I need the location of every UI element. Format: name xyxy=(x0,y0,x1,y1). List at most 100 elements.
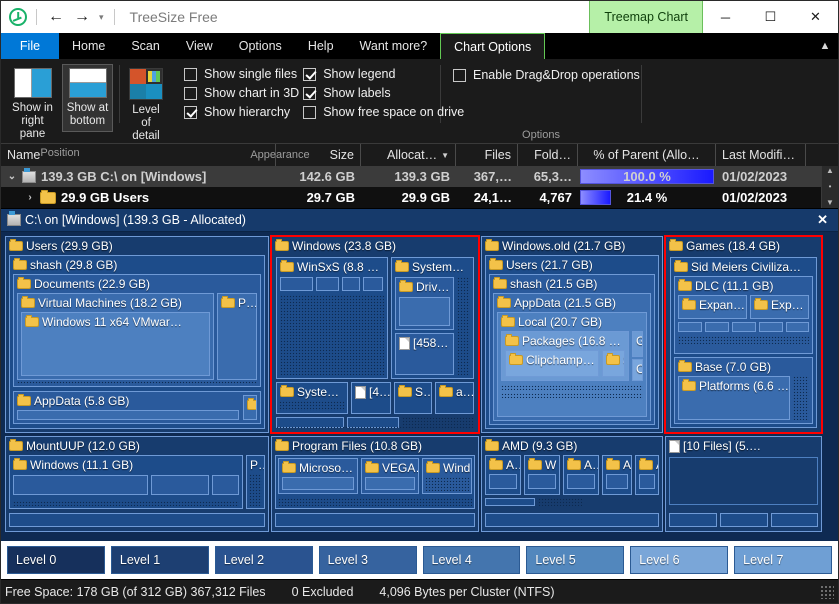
treemap-tile-system[interactable]: Syste… xyxy=(276,382,348,414)
column-header-percent-of-parent[interactable]: % of Parent (Allo… xyxy=(578,144,716,166)
treemap-subtile[interactable] xyxy=(678,322,702,332)
treemap-tile-expansion-1[interactable]: Expan… xyxy=(678,295,747,319)
treemap-tile-expansion-2[interactable]: Exp… xyxy=(750,295,809,319)
treemap-tile-microsoft[interactable]: Microso… xyxy=(278,458,358,494)
treemap-tile-s[interactable]: S… xyxy=(394,382,432,414)
treemap-subtile[interactable] xyxy=(9,513,265,527)
treemap-tile-users[interactable]: Users (29.9 GB) shash (29.8 GB) Document… xyxy=(5,236,269,433)
chevron-up-icon[interactable]: ▲ xyxy=(812,33,838,59)
chevron-down-icon[interactable]: ▾ xyxy=(98,12,105,23)
treemap-tile-windows-apps[interactable]: Wind… xyxy=(422,458,472,494)
treemap-tile-amd[interactable]: AMD (9.3 GB) A… W xyxy=(481,436,663,532)
treemap-tile-mountuup-p[interactable]: P… xyxy=(246,455,265,509)
treemap-tile-system32[interactable]: System… Driv… [458… xyxy=(391,257,474,379)
legend-item-level-0[interactable]: Level 0 xyxy=(7,546,105,574)
treemap-tile-base[interactable]: Base (7.0 GB) Platforms (6.6 … xyxy=(674,357,813,424)
treemap-subtile[interactable] xyxy=(316,277,339,291)
treemap-tile-amd-5[interactable]: A… xyxy=(635,455,659,495)
treemap-subtile[interactable] xyxy=(485,498,535,506)
treemap-tile-old-appdata[interactable]: AppData (21.5 GB) Local (20.7 GB) xyxy=(493,293,651,421)
treemap-subtile[interactable] xyxy=(485,513,659,527)
treemap-tile-clipchamp[interactable]: Clipchamp… xyxy=(505,350,599,377)
close-icon[interactable]: ✕ xyxy=(813,212,832,228)
treemap-tile-virtual-machines[interactable]: Virtual Machines (18.2 GB) Windows 11 x6… xyxy=(17,293,214,380)
treemap-tile-windows[interactable]: Windows (23.8 GB) WinSxS (8.8 … xyxy=(271,236,479,433)
treemap-subtile[interactable] xyxy=(399,297,450,326)
resize-grip-icon[interactable] xyxy=(820,585,834,599)
treemap-subtile[interactable] xyxy=(212,475,239,495)
scroll-down-arrow-icon[interactable]: ▼ xyxy=(826,199,834,207)
treemap-subtile[interactable] xyxy=(606,474,628,489)
table-row[interactable]: › 29.9 GB Users 29.7 GB 29.9 GB 24,1… 4,… xyxy=(1,187,821,208)
treemap-tile-pf-inner[interactable]: Microso… VEGA… xyxy=(275,455,475,509)
treemap-tile-appdata-child[interactable] xyxy=(17,410,239,420)
legend-item-level-2[interactable]: Level 2 xyxy=(215,546,313,574)
table-row[interactable]: ⌄ 139.3 GB C:\ on [Windows] 142.6 GB 139… xyxy=(1,166,821,187)
treemap-subtile[interactable] xyxy=(363,277,383,291)
treemap-tile-windows-old[interactable]: Windows.old (21.7 GB) Users (21.7 GB) sh… xyxy=(481,236,663,433)
menu-item-help[interactable]: Help xyxy=(295,33,347,59)
treemap-tile-amd-2[interactable]: W xyxy=(524,455,560,495)
treemap-tile-winsxs[interactable]: WinSxS (8.8 … xyxy=(276,257,388,379)
menu-item-view[interactable]: View xyxy=(173,33,226,59)
treemap-subtile[interactable] xyxy=(342,277,360,291)
treemap-tile-s-pkg[interactable]: S xyxy=(602,350,625,377)
treemap-subtile[interactable] xyxy=(567,474,595,489)
treemap-tile-platforms[interactable]: Platforms (6.6 … xyxy=(678,376,790,420)
menu-item-want-more[interactable]: Want more? xyxy=(347,33,441,59)
close-button[interactable]: ✕ xyxy=(793,1,838,33)
checkbox-show-chart-in-3d[interactable]: Show chart in 3D xyxy=(184,86,299,100)
legend-item-level-4[interactable]: Level 4 xyxy=(423,546,521,574)
legend-item-level-1[interactable]: Level 1 xyxy=(111,546,209,574)
treemap-subtile[interactable] xyxy=(528,474,556,489)
treemap-tile-amd-3[interactable]: A… xyxy=(563,455,599,495)
treemap-tile-g[interactable]: G… xyxy=(632,331,643,357)
row-expander-icon[interactable]: › xyxy=(25,192,35,203)
treemap-tile-amd-4[interactable]: A… xyxy=(602,455,632,495)
treemap-tile-appdata[interactable]: AppData (5.8 GB) xyxy=(13,391,261,424)
treemap-tile-packages[interactable]: Packages (16.8 … Clipchamp… xyxy=(501,331,629,381)
treemap-tile-old-local[interactable]: Local (20.7 GB) Packages (16.8 … xyxy=(497,312,647,417)
treemap-tile-dlc[interactable]: DLC (11.1 GB) Expan… xyxy=(674,276,813,354)
table-vertical-scrollbar[interactable]: ▲ • ▼ xyxy=(821,166,838,208)
menu-item-scan[interactable]: Scan xyxy=(118,33,173,59)
treemap-subtile[interactable] xyxy=(720,513,768,527)
treemap-tile-old-users[interactable]: Users (21.7 GB) shash (21.5 GB) AppData … xyxy=(485,255,659,429)
treemap-tile-program-files[interactable]: Program Files (10.8 GB) Microso… xyxy=(271,436,479,532)
maximize-button[interactable]: ☐ xyxy=(748,1,793,33)
treemap-tile-shash[interactable]: shash (29.8 GB) Documents (22.9 GB) Virt… xyxy=(9,255,265,429)
treemap-tile-amd-1[interactable]: A… xyxy=(485,455,521,495)
menu-tab-chart-options[interactable]: Chart Options xyxy=(440,33,545,59)
treemap-subtile[interactable] xyxy=(786,322,809,332)
treemap-subtile[interactable] xyxy=(275,513,475,527)
treemap-subtile[interactable] xyxy=(669,513,717,527)
column-header-last-modified[interactable]: Last Modifi… xyxy=(716,144,806,166)
treemap-tile-sid-meiers[interactable]: Sid Meiers Civiliza… DLC (11.1 GB) Expan… xyxy=(670,257,817,428)
treemap-subtile[interactable] xyxy=(151,475,209,495)
checkbox-show-single-files[interactable]: Show single files xyxy=(184,67,299,81)
treemap-tile-documents[interactable]: Documents (22.9 GB) Virtual Machines (18… xyxy=(13,274,261,387)
treemap-tile-10-files[interactable]: [10 Files] (5.… xyxy=(665,436,822,532)
legend-item-level-7[interactable]: Level 7 xyxy=(734,546,832,574)
show-in-right-pane-button[interactable]: Show in right pane xyxy=(7,64,58,145)
treemap-tile-vegas[interactable]: VEGA… xyxy=(361,458,419,494)
menu-item-file[interactable]: File xyxy=(1,33,59,59)
treemap-tile-c[interactable]: C xyxy=(632,359,643,381)
show-at-bottom-button[interactable]: Show at bottom xyxy=(62,64,113,132)
forward-arrow-icon[interactable]: → xyxy=(72,9,92,25)
menu-item-options[interactable]: Options xyxy=(226,33,295,59)
treemap-subtile[interactable] xyxy=(732,322,756,332)
level-of-detail-button[interactable]: Level of detail xyxy=(126,64,166,147)
treemap-tile-appdata-sibling[interactable] xyxy=(243,395,257,420)
treemap-tile-windows-11-vm[interactable]: Windows 11 x64 VMwar… xyxy=(21,312,210,376)
legend-item-level-5[interactable]: Level 5 xyxy=(526,546,624,574)
document-tab-treemap-chart[interactable]: Treemap Chart xyxy=(589,1,703,33)
column-header-files[interactable]: Files xyxy=(456,144,518,166)
treemap-tile-mountuup-windows[interactable]: Windows (11.1 GB) xyxy=(9,455,243,509)
treemap-subtile[interactable] xyxy=(639,474,655,489)
treemap-subtile[interactable] xyxy=(365,477,415,490)
treemap-tile-mountuup[interactable]: MountUUP (12.0 GB) Windows (11.1 GB) xyxy=(5,436,269,532)
scroll-up-arrow-icon[interactable]: ▲ xyxy=(826,167,834,175)
row-expander-icon[interactable]: ⌄ xyxy=(7,171,17,182)
treemap-tile-a[interactable]: a… xyxy=(435,382,474,414)
